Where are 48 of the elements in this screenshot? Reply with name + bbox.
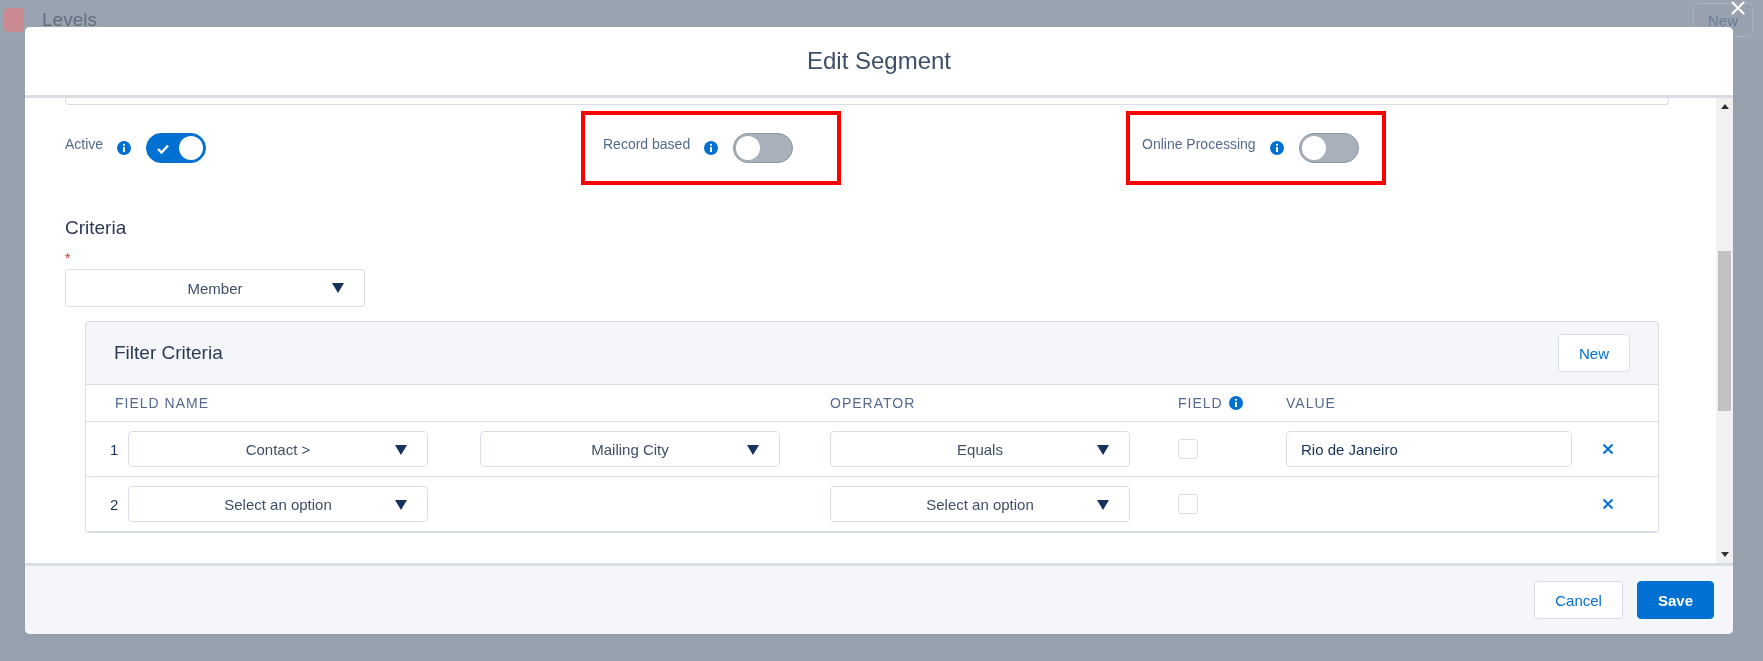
checkmark-icon [156, 143, 171, 155]
section-title: Criteria [65, 217, 128, 239]
toggle-label: Active [65, 136, 104, 152]
checkbox[interactable] [1178, 494, 1198, 514]
row-number: 2 [109, 495, 120, 513]
info-icon[interactable] [1228, 396, 1243, 410]
scroll-down-icon[interactable] [1720, 552, 1729, 557]
close-icon[interactable] [1728, 0, 1748, 16]
modal-title: Edit Segment [806, 47, 952, 75]
caret-icon [332, 283, 344, 293]
checkbox[interactable] [1178, 439, 1198, 459]
value-input[interactable]: Rio de Janeiro [1286, 431, 1572, 467]
object-select[interactable]: Member [65, 269, 365, 307]
column-header: FIELD NAME [115, 395, 209, 411]
toggle-switch[interactable] [1298, 133, 1359, 163]
field-select[interactable]: Select an option [128, 486, 428, 522]
caret-icon [395, 445, 407, 455]
caret-icon [1097, 500, 1109, 510]
caret-icon [395, 500, 407, 510]
info-icon[interactable] [117, 141, 132, 155]
toggle-switch[interactable] [146, 133, 207, 163]
delete-icon[interactable] [1602, 443, 1614, 455]
save-button[interactable]: Save [1636, 581, 1714, 619]
column-header: VALUE [1286, 395, 1336, 411]
input-field[interactable] [65, 98, 1669, 105]
field-select[interactable]: Mailing City [480, 431, 780, 467]
info-icon[interactable] [1269, 141, 1284, 155]
operator-select[interactable]: Equals [830, 431, 1130, 467]
caret-icon [1097, 445, 1109, 455]
cancel-button[interactable]: Cancel [1534, 581, 1623, 619]
page-title: Levels [42, 9, 98, 31]
toggle-switch[interactable] [733, 133, 794, 163]
app-logo-icon [4, 8, 24, 32]
column-header: FIELD [1178, 395, 1223, 411]
info-icon[interactable] [704, 141, 719, 155]
toggle-label: Record based [603, 136, 691, 152]
column-header: OPERATOR [830, 395, 916, 411]
row-number: 1 [109, 440, 120, 458]
required-mark: * [65, 251, 72, 265]
operator-select[interactable]: Select an option [830, 486, 1130, 522]
scrollbar[interactable] [1716, 98, 1733, 563]
scroll-up-icon[interactable] [1720, 104, 1729, 109]
caret-icon [747, 445, 759, 455]
field-select[interactable]: Contact > [128, 431, 428, 467]
delete-icon[interactable] [1602, 498, 1614, 510]
new-button[interactable]: New [1558, 334, 1630, 372]
toggle-label: Online Processing [1142, 136, 1256, 152]
card-title: Filter Criteria [114, 342, 223, 364]
